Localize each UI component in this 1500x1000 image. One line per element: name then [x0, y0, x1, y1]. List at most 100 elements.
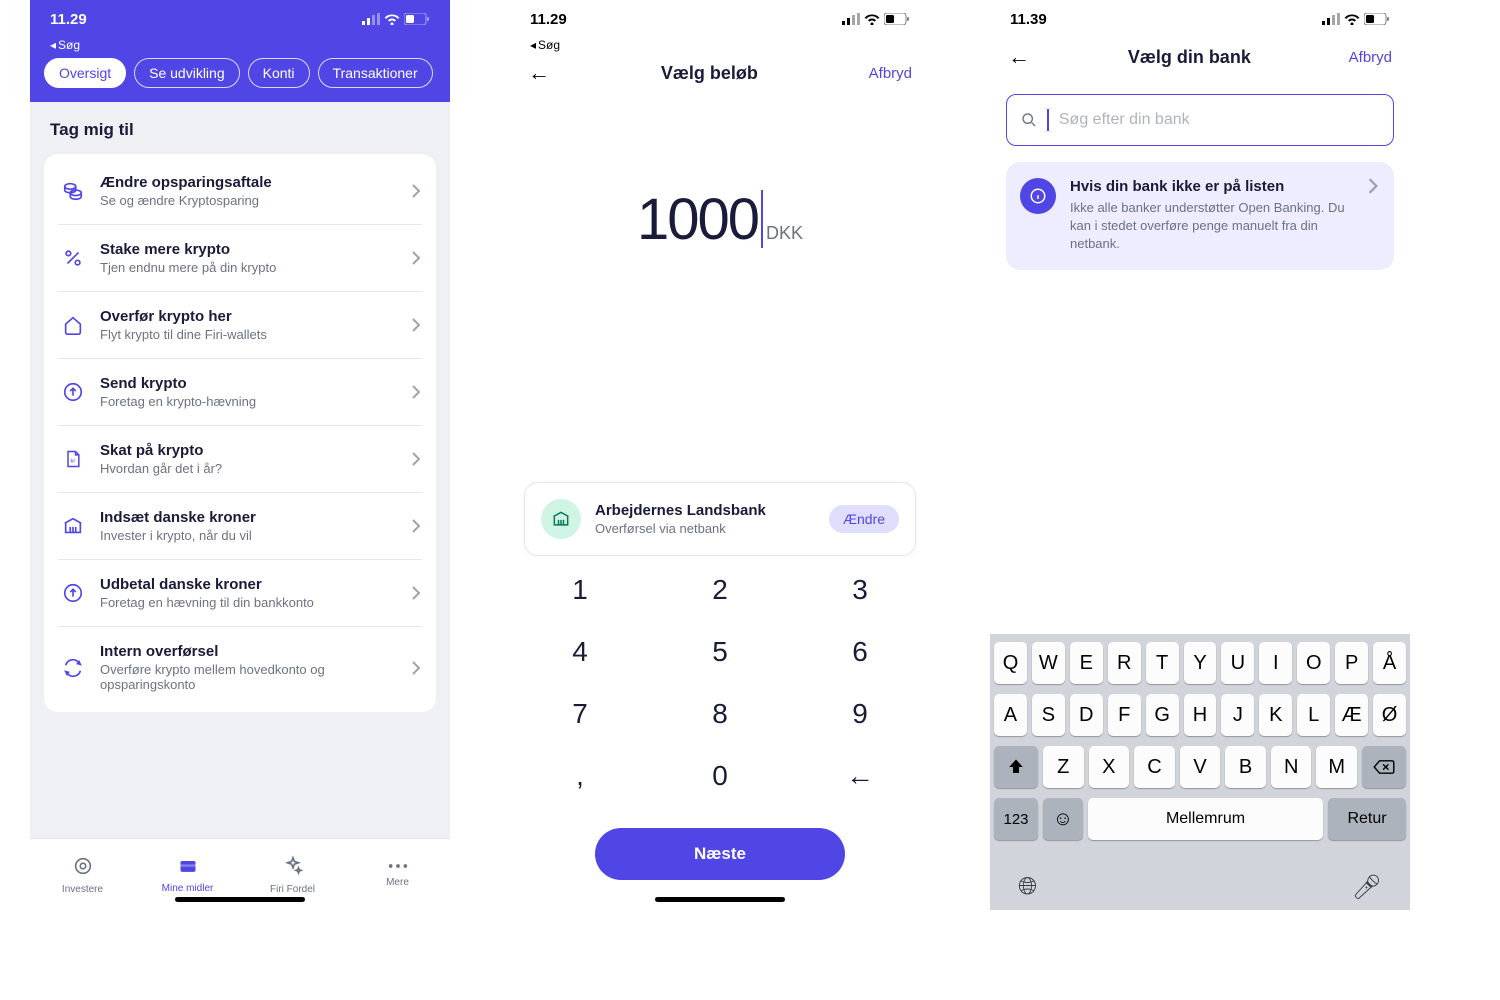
list-item-subtitle: Overføre krypto mellem hovedkonto og ops…: [100, 662, 398, 692]
currency-label: DKK: [766, 223, 803, 243]
screen-amount: 11.29 ◂ Søg ← Vælg beløb Afbryd 1000DKK …: [510, 0, 930, 910]
backspace-key[interactable]: ←: [830, 760, 890, 792]
key-i[interactable]: I: [1259, 642, 1292, 684]
list-item-title: Ændre opsparingsaftale: [100, 174, 398, 191]
list-item[interactable]: Udbetal danske kroner Foretag en hævning…: [58, 560, 422, 627]
key-r[interactable]: R: [1108, 642, 1141, 684]
percent-icon: [60, 247, 86, 269]
back-to-search[interactable]: ◂ Søg: [510, 38, 930, 54]
key-s[interactable]: S: [1032, 694, 1065, 736]
chevron-right-icon: [412, 184, 420, 198]
key-y[interactable]: Y: [1184, 642, 1217, 684]
key-2[interactable]: 2: [690, 574, 750, 606]
numbers-key[interactable]: 123: [994, 798, 1038, 840]
tabbar-item-mere[interactable]: Mere: [345, 839, 450, 910]
key-k[interactable]: K: [1259, 694, 1292, 736]
selected-bank-card: Arbejdernes Landsbank Overførsel via net…: [524, 482, 916, 556]
target-icon: [72, 855, 94, 880]
key-m[interactable]: M: [1316, 746, 1357, 788]
key-n[interactable]: N: [1271, 746, 1312, 788]
key-g[interactable]: G: [1146, 694, 1179, 736]
return-key[interactable]: Retur: [1328, 798, 1406, 840]
delete-key[interactable]: [1362, 746, 1406, 788]
signal-icon: [1322, 13, 1340, 25]
tabbar-label: Firi Fordel: [270, 884, 315, 895]
cancel-button[interactable]: Afbryd: [1349, 49, 1392, 66]
key-c[interactable]: C: [1134, 746, 1175, 788]
key-0[interactable]: 0: [690, 760, 750, 792]
list-item[interactable]: Stake mere krypto Tjen endnu mere på din…: [58, 225, 422, 292]
key-a[interactable]: A: [994, 694, 1027, 736]
tab-konti[interactable]: Konti: [248, 58, 310, 88]
key-6[interactable]: 6: [830, 636, 890, 668]
key-e[interactable]: E: [1070, 642, 1103, 684]
key-æ[interactable]: Æ: [1335, 694, 1368, 736]
key-h[interactable]: H: [1184, 694, 1217, 736]
key-q[interactable]: Q: [994, 642, 1027, 684]
signal-icon: [842, 13, 860, 25]
header: 11.29 ◂ Søg Oversigt Se udvikling Konti …: [30, 0, 450, 102]
key-t[interactable]: T: [1146, 642, 1179, 684]
key-8[interactable]: 8: [690, 698, 750, 730]
key-l[interactable]: L: [1297, 694, 1330, 736]
globe-icon[interactable]: 🌐︎: [1018, 873, 1037, 902]
mic-icon[interactable]: 🎤︎: [1352, 873, 1382, 902]
change-bank-button[interactable]: Ændre: [829, 505, 899, 533]
list-item-title: Stake mere krypto: [100, 241, 398, 258]
key-3[interactable]: 3: [830, 574, 890, 606]
key-4[interactable]: 4: [550, 636, 610, 668]
space-key[interactable]: Mellemrum: [1088, 798, 1323, 840]
key-x[interactable]: X: [1089, 746, 1130, 788]
next-button[interactable]: Næste: [595, 828, 845, 880]
bank-search-input[interactable]: [1006, 94, 1394, 146]
status-indicators: [362, 13, 430, 25]
key-d[interactable]: D: [1070, 694, 1103, 736]
back-label: Søg: [538, 38, 560, 52]
key-9[interactable]: 9: [830, 698, 890, 730]
list-item[interactable]: Indsæt danske kroner Invester i krypto, …: [58, 493, 422, 560]
tab-oversigt[interactable]: Oversigt: [44, 58, 126, 88]
shift-key[interactable]: [994, 746, 1038, 788]
tab-se-udvikling[interactable]: Se udvikling: [134, 58, 240, 88]
key-ø[interactable]: Ø: [1373, 694, 1406, 736]
key-f[interactable]: F: [1108, 694, 1141, 736]
bank-not-listed-info[interactable]: Hvis din bank ikke er på listen Ikke all…: [1006, 162, 1394, 270]
key-1[interactable]: 1: [550, 574, 610, 606]
home-indicator[interactable]: [655, 897, 785, 902]
list-item-subtitle: Flyt krypto til dine Firi-wallets: [100, 327, 398, 342]
key-o[interactable]: O: [1297, 642, 1330, 684]
list-item[interactable]: Overfør krypto her Flyt krypto til dine …: [58, 292, 422, 359]
search-icon: [1021, 111, 1037, 129]
back-button[interactable]: ←: [1008, 44, 1030, 70]
cancel-button[interactable]: Afbryd: [869, 65, 912, 82]
status-bar: 11.39: [990, 0, 1410, 38]
tab-transaktioner[interactable]: Transaktioner: [318, 58, 433, 88]
list-item[interactable]: kr Skat på krypto Hvordan går det i år?: [58, 426, 422, 493]
list-item[interactable]: Send krypto Foretag en krypto-hævning: [58, 359, 422, 426]
list-item[interactable]: Ændre opsparingsaftale Se og ændre Krypt…: [58, 158, 422, 225]
key-7[interactable]: 7: [550, 698, 610, 730]
tabbar-item-investere[interactable]: Investere: [30, 839, 135, 910]
text-cursor: [761, 190, 763, 248]
key-z[interactable]: Z: [1043, 746, 1084, 788]
status-time: 11.29: [50, 11, 87, 28]
comma-key[interactable]: ,: [550, 760, 610, 792]
key-v[interactable]: V: [1180, 746, 1221, 788]
back-to-search[interactable]: ◂ Søg: [30, 38, 450, 58]
key-å[interactable]: Å: [1373, 642, 1406, 684]
key-j[interactable]: J: [1221, 694, 1254, 736]
info-title: Hvis din bank ikke er på listen: [1070, 178, 1354, 195]
back-button[interactable]: ←: [528, 60, 550, 86]
search-field[interactable]: [1059, 111, 1379, 129]
key-u[interactable]: U: [1221, 642, 1254, 684]
battery-icon: [884, 13, 910, 25]
key-p[interactable]: P: [1335, 642, 1368, 684]
key-5[interactable]: 5: [690, 636, 750, 668]
home-indicator[interactable]: [175, 897, 305, 902]
actions-card: Ændre opsparingsaftale Se og ændre Krypt…: [44, 154, 436, 712]
emoji-key[interactable]: ☺: [1043, 798, 1083, 840]
list-item[interactable]: Intern overførsel Overføre krypto mellem…: [58, 627, 422, 708]
key-b[interactable]: B: [1225, 746, 1266, 788]
key-w[interactable]: W: [1032, 642, 1065, 684]
bank-icon: [541, 499, 581, 539]
